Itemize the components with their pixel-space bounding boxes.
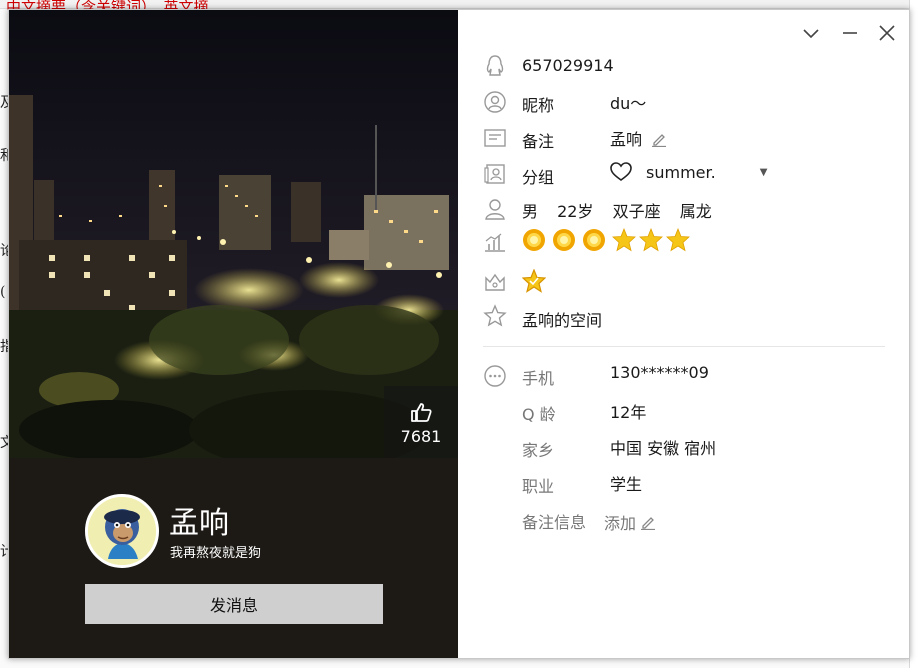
profile-signature: 我再熬夜就是狗 — [170, 546, 262, 561]
note-label: 备注信息 — [522, 513, 587, 532]
remark-label: 备注 — [522, 132, 555, 151]
close-button[interactable] — [876, 22, 898, 44]
profile-card: 7681 孟响 我再熬夜就是狗 发消息 657029914 昵称 du～ 备注 … — [8, 9, 910, 659]
vip-star-icon — [521, 268, 547, 293]
edit-icon[interactable] — [651, 131, 667, 148]
remark-text: 孟响 — [610, 130, 643, 149]
chinese-zodiac: 属龙 — [679, 202, 712, 221]
basic-info: 男 22岁 双子座 属龙 — [522, 198, 712, 222]
id-card-icon — [483, 126, 507, 150]
remark-value[interactable]: 孟响 — [610, 126, 667, 150]
level-badges[interactable] — [522, 228, 690, 252]
age: 22岁 — [557, 202, 594, 221]
note-add-text: 添加 — [604, 514, 637, 533]
star-level-icon — [666, 228, 690, 252]
group-select[interactable]: summer. ▼ — [610, 162, 767, 182]
zodiac: 双子座 — [612, 202, 661, 221]
chevron-down-icon — [803, 29, 819, 39]
basic-info-row — [483, 197, 507, 221]
space-link[interactable]: 孟响的空间 — [522, 307, 602, 331]
gender: 男 — [522, 202, 539, 221]
star-outline-icon — [483, 304, 507, 328]
send-message-button[interactable]: 发消息 — [85, 584, 383, 624]
close-icon — [879, 25, 895, 41]
job-label: 职业 — [522, 477, 555, 496]
remark-row — [483, 126, 507, 150]
minimize-icon — [843, 32, 857, 34]
profile-cover-panel: 7681 孟响 我再熬夜就是狗 发消息 — [9, 10, 458, 658]
phone-label: 手机 — [522, 369, 555, 388]
vip-row — [483, 270, 507, 294]
group-value: summer. — [646, 162, 716, 182]
divider — [483, 346, 885, 347]
like-button[interactable]: 7681 — [384, 386, 458, 458]
qage-label: Q 龄 — [522, 405, 556, 424]
sun-level-icon — [553, 229, 575, 251]
star-level-icon — [612, 228, 636, 252]
nickname-row — [483, 90, 507, 114]
level-chart-icon — [483, 230, 507, 254]
person-icon — [483, 197, 507, 221]
more-row — [483, 364, 507, 388]
profile-name: 孟响 — [169, 506, 229, 541]
contacts-icon — [483, 162, 507, 186]
collapse-button[interactable] — [800, 22, 822, 44]
group-label: 分组 — [522, 168, 555, 187]
doc-right-edge — [909, 0, 918, 668]
profile-info-panel: 657029914 昵称 du～ 备注 孟响 分组 summer. ▼ 男 22… — [458, 10, 909, 658]
hometown-value: 中国 安徽 宿州 — [610, 439, 717, 458]
qage-value: 12年 — [610, 403, 647, 422]
user-circle-icon — [483, 90, 507, 114]
qq-row — [483, 54, 507, 78]
level-row — [483, 230, 507, 254]
minimize-button[interactable] — [839, 22, 861, 44]
more-dots-icon[interactable] — [483, 364, 507, 388]
doc-left-char: ( — [0, 284, 6, 300]
nickname-value: du～ — [610, 94, 647, 113]
nickname-label: 昵称 — [522, 96, 555, 115]
note-add-button[interactable]: 添加 — [604, 510, 656, 534]
sun-level-icon — [583, 229, 605, 251]
avatar[interactable] — [85, 494, 159, 568]
penguin-icon — [483, 54, 507, 78]
like-count: 7681 — [400, 427, 442, 446]
hometown-label: 家乡 — [522, 441, 555, 460]
phone-value: 130******09 — [610, 363, 709, 382]
heart-icon — [610, 162, 632, 181]
star-level-icon — [639, 228, 663, 252]
edit-icon — [641, 517, 656, 530]
crown-icon — [483, 270, 507, 294]
qq-number: 657029914 — [522, 56, 614, 75]
dropdown-arrow-icon: ▼ — [759, 166, 768, 178]
thumbs-up-icon — [411, 403, 432, 422]
job-value: 学生 — [610, 475, 643, 494]
space-row — [483, 304, 507, 328]
vip-badge[interactable] — [521, 268, 547, 297]
sun-level-icon — [523, 229, 545, 251]
group-row — [483, 162, 507, 186]
